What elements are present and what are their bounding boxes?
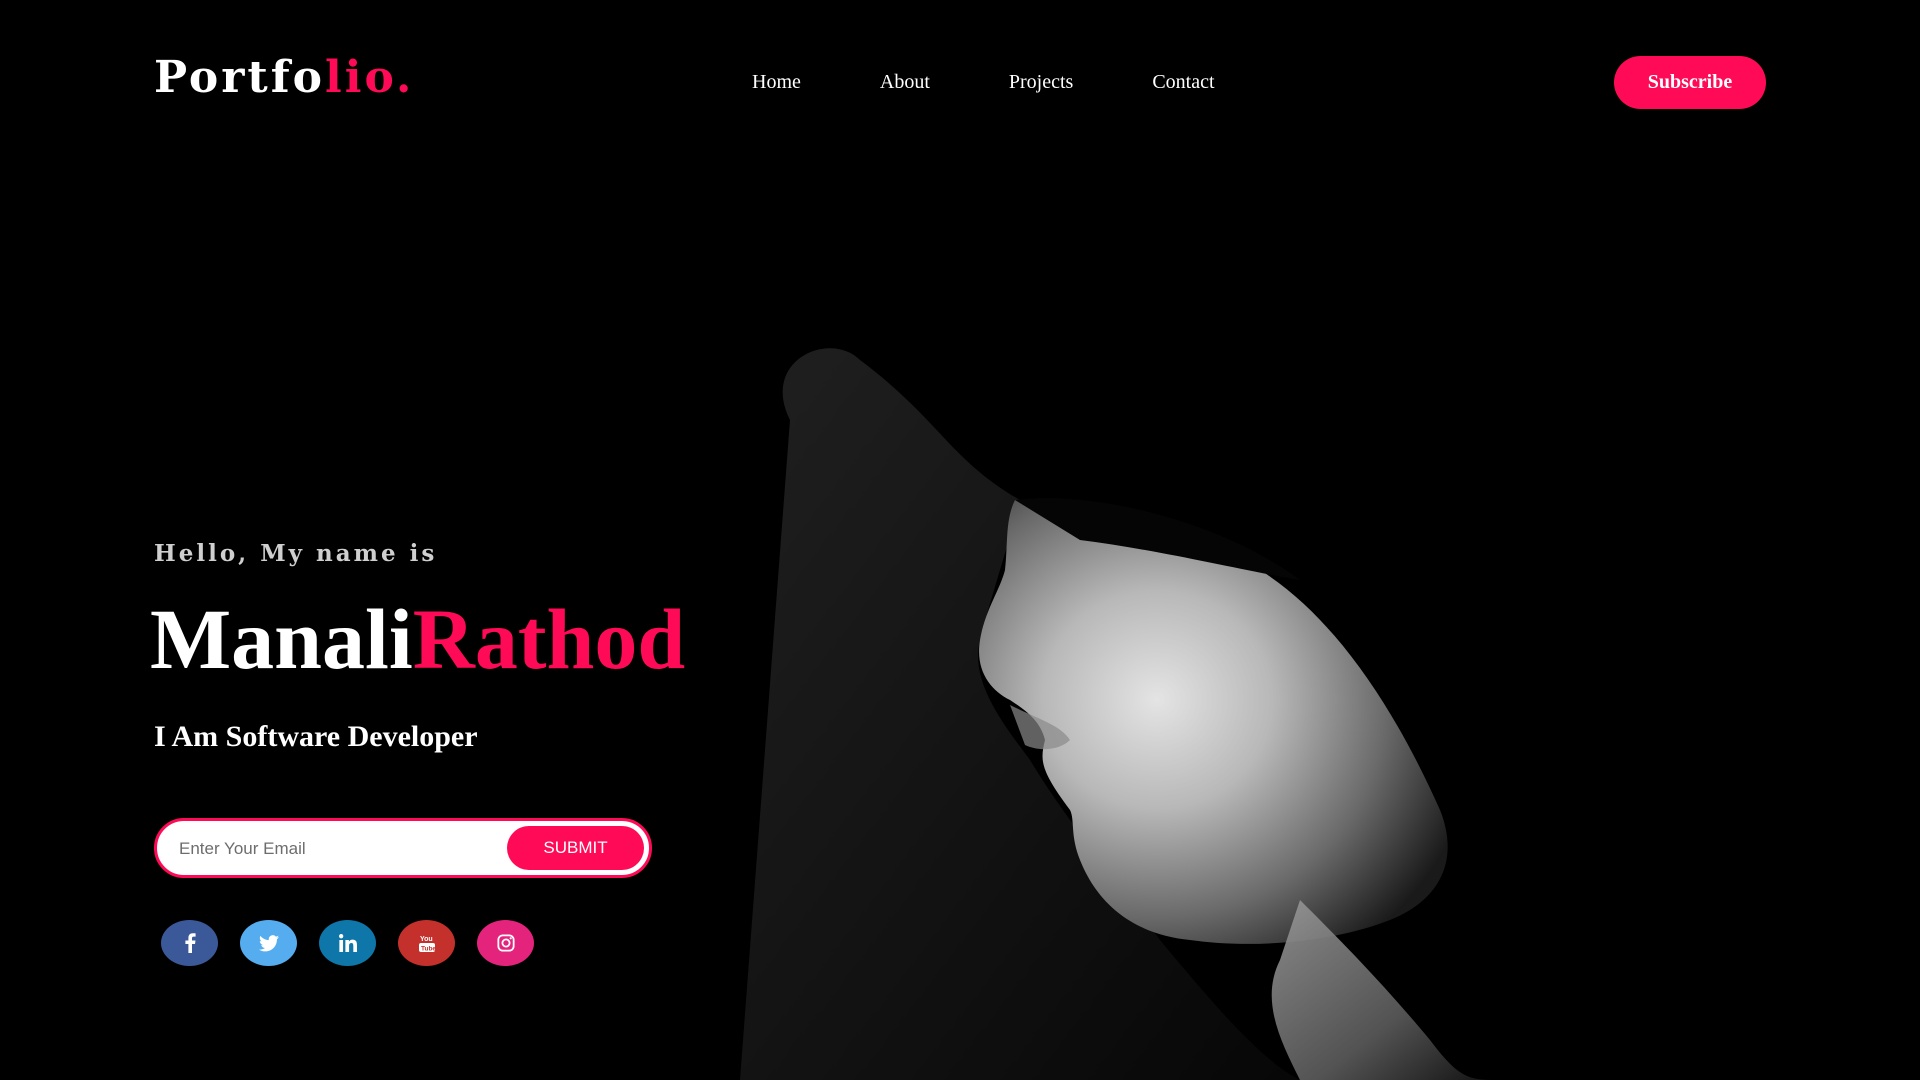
- hero-name: ManaliRathod: [150, 596, 685, 682]
- social-links: You Tube: [161, 920, 534, 966]
- hero-role: I Am Software Developer: [154, 720, 478, 753]
- nav-about[interactable]: About: [880, 70, 930, 94]
- nav-home[interactable]: Home: [752, 70, 801, 94]
- email-subscribe-form: SUBMIT: [154, 818, 652, 878]
- twitter-link[interactable]: [240, 920, 297, 966]
- instagram-icon: [496, 934, 515, 952]
- portfolio-page: Portfolio. Home About Projects Contact S…: [0, 0, 1920, 1080]
- youtube-icon: You Tube: [418, 936, 435, 953]
- subscribe-button[interactable]: Subscribe: [1614, 56, 1766, 109]
- email-input[interactable]: [177, 821, 481, 877]
- hero-first-name: Manali: [150, 591, 413, 687]
- hero-last-name: Rathod: [412, 591, 686, 687]
- hero-greeting: Hello, My name is: [154, 540, 438, 567]
- linkedin-icon: [338, 934, 357, 952]
- svg-text:You: You: [420, 936, 433, 943]
- nav-contact[interactable]: Contact: [1152, 70, 1214, 94]
- submit-button[interactable]: SUBMIT: [507, 826, 644, 870]
- facebook-link[interactable]: [161, 920, 218, 966]
- main-nav: Home About Projects Contact: [752, 70, 1215, 94]
- instagram-link[interactable]: [477, 920, 534, 966]
- linkedin-link[interactable]: [319, 920, 376, 966]
- nav-projects[interactable]: Projects: [1009, 70, 1073, 94]
- youtube-link[interactable]: You Tube: [398, 920, 455, 966]
- logo-main: Portfo: [154, 52, 326, 103]
- logo[interactable]: Portfolio.: [154, 56, 414, 100]
- svg-text:Tube: Tube: [421, 946, 435, 953]
- facebook-icon: [184, 933, 196, 953]
- logo-accent: lio.: [325, 52, 415, 103]
- hero-portrait-image: [740, 348, 1500, 1080]
- twitter-icon: [258, 934, 279, 951]
